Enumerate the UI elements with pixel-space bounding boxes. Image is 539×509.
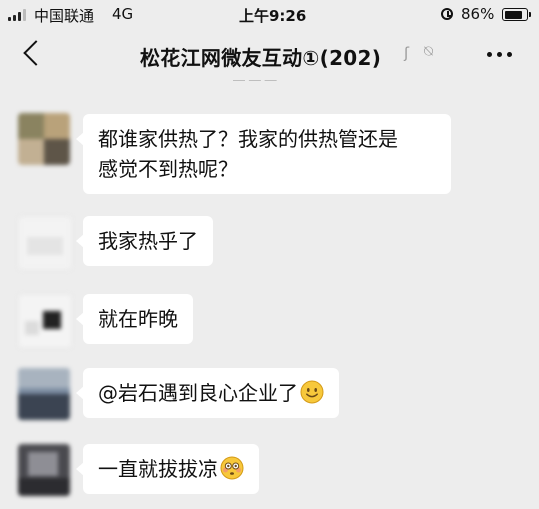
message-bubble[interactable]: @岩石遇到良心企业了 (76, 368, 339, 418)
battery-icon (502, 8, 531, 21)
signal-icon (8, 9, 30, 21)
smile-emoji-icon (300, 380, 324, 404)
message-text: @岩石遇到良心企业了 (98, 381, 298, 405)
message-text: 一直就拔拔凉 (98, 457, 218, 481)
message-bubble[interactable]: 一直就拔拔凉 (76, 444, 259, 494)
message-bubble[interactable]: 我家热乎了 (76, 216, 213, 266)
avatar[interactable] (18, 444, 70, 496)
more-icon[interactable] (487, 52, 515, 58)
flushed-emoji-icon (220, 456, 244, 480)
status-bar: 中国联通 4G 上午9:26 86% (0, 0, 539, 30)
avatar[interactable] (18, 368, 70, 420)
message-text: 我家热乎了 (98, 229, 198, 253)
mute-icon: ⍉ (424, 42, 434, 60)
avatar[interactable] (18, 113, 70, 165)
avatar[interactable] (18, 294, 72, 348)
message-text: 就在昨晚 (98, 307, 178, 331)
nav-bar: 松花江网微友互动①(202) ʃ ⍉ (0, 30, 539, 82)
battery-fill (504, 10, 522, 19)
back-icon[interactable] (23, 40, 49, 66)
alarm-icon (441, 8, 453, 20)
avatar[interactable] (18, 216, 72, 270)
battery-percent: 86% (461, 5, 495, 23)
ear-icon: ʃ (404, 44, 410, 62)
message-text-line: 都谁家供热了？我家的供热管还是 (98, 127, 398, 151)
status-time: 上午9:26 (239, 7, 307, 25)
message-text-line: 感觉不到热呢？ (98, 157, 238, 181)
message-bubble[interactable]: 都谁家供热了？我家的供热管还是 感觉不到热呢？ (76, 114, 451, 194)
time-separator: ― ― ― (233, 76, 277, 86)
network-type: 4G (112, 5, 134, 23)
message-bubble[interactable]: 就在昨晚 (76, 294, 193, 344)
chat-title: 松花江网微友互动①(202) (140, 46, 382, 70)
carrier-name: 中国联通 (34, 7, 95, 25)
